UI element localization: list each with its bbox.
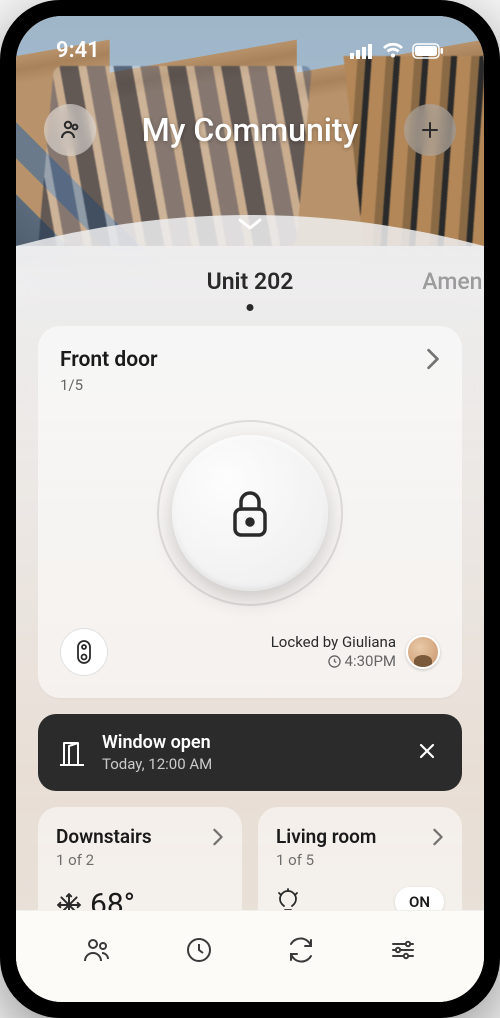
locked-by-prefix: Locked by [271, 633, 339, 651]
battery-icon [412, 43, 444, 59]
downstairs-title: Downstairs [56, 825, 152, 848]
alert-title: Window open [102, 732, 396, 753]
content-area: Front door 1/5 [38, 326, 462, 922]
unit-tabs: Unit 202 Amenit [16, 268, 484, 295]
plus-icon [418, 118, 442, 142]
tab-unit[interactable]: Unit 202 [207, 268, 294, 295]
sheet: Unit 202 Amenit Front door 1/5 [16, 206, 484, 1002]
downstairs-card[interactable]: Downstairs 1 of 2 68° [38, 807, 242, 922]
front-door-title: Front door [60, 348, 158, 372]
lock-icon [228, 487, 272, 539]
app-header: My Community [16, 104, 484, 156]
locked-by-row: Locked by Giuliana 4:30PM [271, 633, 440, 671]
alert-sub: Today, 12:00 AM [102, 755, 396, 773]
page-dot [247, 304, 254, 311]
wifi-icon [382, 43, 404, 59]
nav-sync[interactable] [279, 928, 323, 972]
living-sub: 1 of 5 [276, 851, 444, 869]
avatar[interactable] [406, 635, 440, 669]
people-icon [82, 935, 112, 965]
chevron-right-icon [432, 828, 444, 846]
front-door-counter: 1/5 [60, 376, 158, 394]
nav-settings[interactable] [381, 928, 425, 972]
profile-button[interactable] [44, 104, 96, 156]
status-bar: 9:41 [16, 38, 484, 63]
doorbell-icon [76, 639, 92, 665]
living-room-card[interactable]: Living room 1 of 5 ON [258, 807, 462, 922]
window-open-alert[interactable]: Window open Today, 12:00 AM [38, 714, 462, 791]
door-open-icon [58, 738, 86, 768]
doorbell-button[interactable] [60, 628, 108, 676]
chevron-right-icon [426, 348, 440, 370]
person-icon [58, 118, 82, 142]
locked-time: 4:30PM [345, 652, 396, 671]
add-button[interactable] [404, 104, 456, 156]
sliders-icon [388, 935, 418, 965]
clock-icon [184, 935, 214, 965]
close-icon [418, 742, 436, 760]
clock-icon [328, 655, 341, 668]
alert-close-button[interactable] [412, 736, 442, 770]
sync-icon [286, 935, 316, 965]
downstairs-sub: 1 of 2 [56, 851, 224, 869]
lock-toggle-button[interactable] [172, 435, 328, 591]
phone-frame: 9:41 My Community [0, 0, 500, 1018]
screen: 9:41 My Community [16, 16, 484, 1002]
sheet-handle[interactable] [236, 216, 264, 236]
lock-ring [157, 420, 343, 606]
nav-people[interactable] [75, 928, 119, 972]
cellular-icon [350, 43, 374, 59]
chevron-right-icon [212, 828, 224, 846]
front-door-card[interactable]: Front door 1/5 [38, 326, 462, 698]
bottom-nav [16, 910, 484, 1002]
tab-amenities[interactable]: Amenit [422, 268, 484, 295]
chevron-down-icon [236, 216, 264, 232]
locked-by-name: Giuliana [342, 633, 396, 651]
nav-history[interactable] [177, 928, 221, 972]
living-title: Living room [276, 825, 376, 848]
page-title: My Community [108, 111, 392, 149]
status-time: 9:41 [56, 38, 100, 63]
